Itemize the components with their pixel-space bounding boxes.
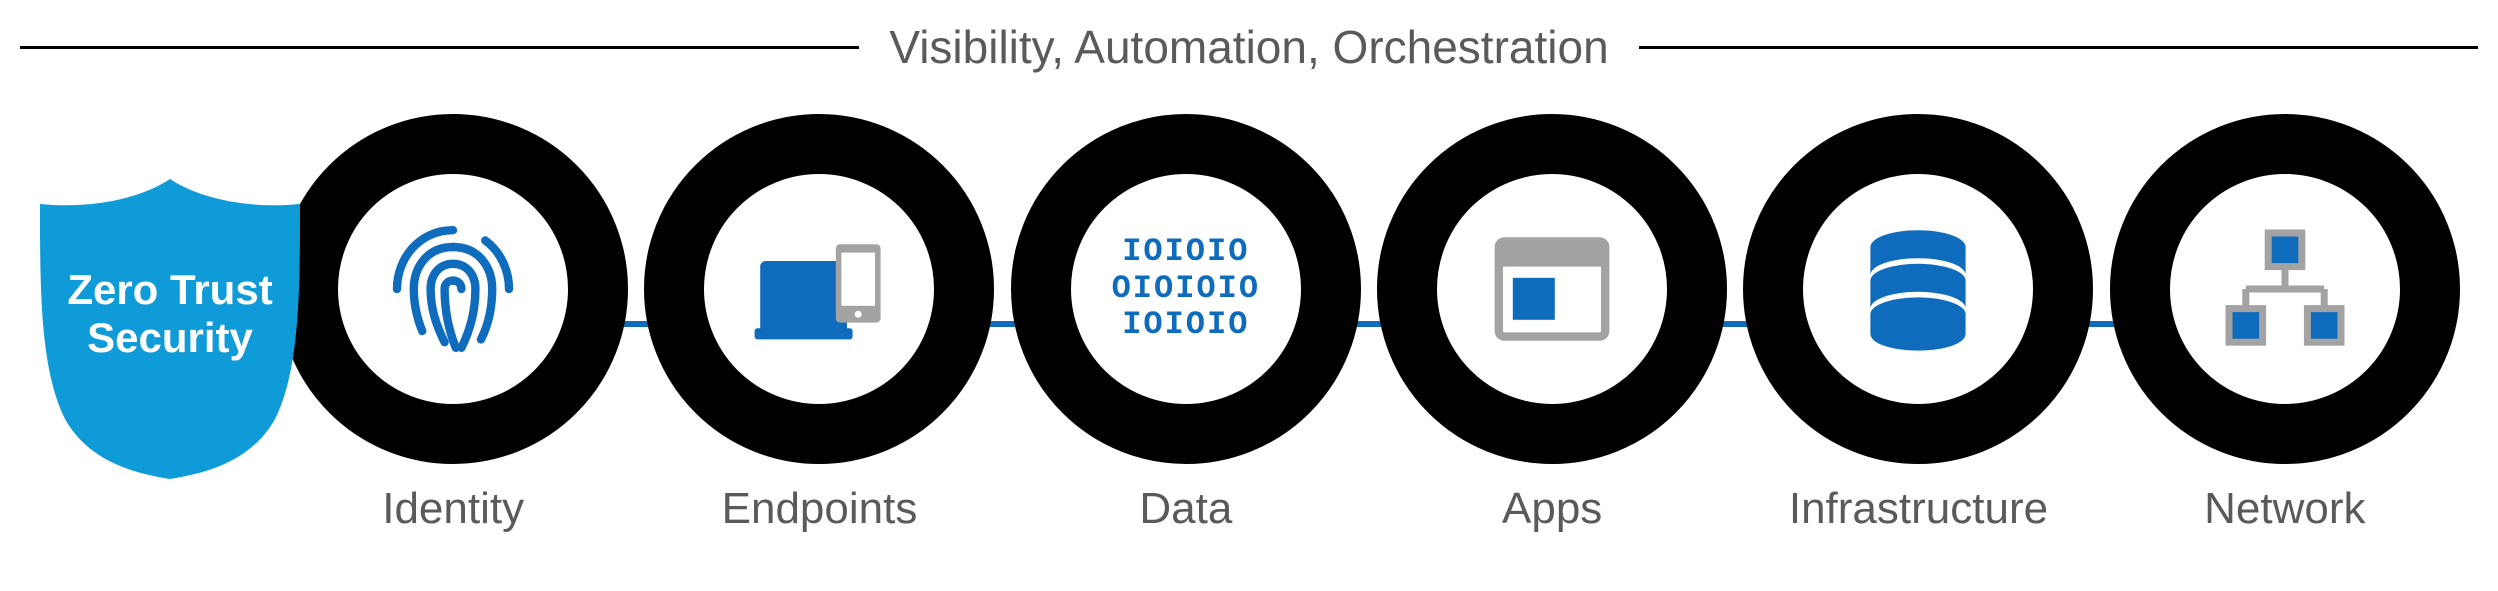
fingerprint-icon	[383, 219, 523, 359]
devices-icon	[749, 219, 889, 359]
pillar-data: IOIOIO OIOIOIO IOIOIO Data	[1003, 114, 1369, 534]
pillar-label: Apps	[1502, 484, 1602, 534]
pillars-container: Identity Endpoints IOIOIO OIOIOIO	[270, 114, 2468, 534]
header-line-left	[20, 46, 859, 49]
binary-line: IOIOIO	[1122, 306, 1249, 343]
pillar-ring: IOIOIO OIOIOIO IOIOIO	[1011, 114, 1361, 464]
pillar-network: Network	[2102, 114, 2468, 534]
pillar-infrastructure: Infrastructure	[1735, 114, 2101, 534]
pillar-label: Data	[1139, 484, 1232, 534]
diagram-row: Zero Trust Security	[0, 114, 2498, 534]
pillar-ring	[2110, 114, 2460, 464]
app-window-icon	[1482, 219, 1622, 359]
binary-line: IOIOIO	[1122, 233, 1249, 270]
shield-label: Zero Trust Security	[67, 266, 272, 363]
pillar-label: Identity	[382, 484, 524, 534]
pillar-apps: Apps	[1369, 114, 1735, 534]
network-icon	[2215, 219, 2355, 359]
binary-icon: IOIOIO OIOIOIO IOIOIO	[1112, 234, 1260, 344]
database-icon	[1848, 219, 1988, 359]
pillar-ring	[1743, 114, 2093, 464]
pillar-label: Endpoints	[722, 484, 918, 534]
pillar-label: Network	[2204, 484, 2365, 534]
pillar-label: Infrastructure	[1789, 484, 2048, 534]
shield-label-line1: Zero Trust	[67, 266, 272, 313]
zero-trust-shield: Zero Trust Security	[30, 169, 310, 479]
pillar-ring	[278, 114, 628, 464]
header-title: Visibility, Automation, Orchestration	[859, 20, 1638, 74]
shield-label-line2: Security	[87, 314, 253, 361]
pillar-endpoints: Endpoints	[636, 114, 1002, 534]
binary-line: OIOIOIO	[1112, 270, 1260, 307]
pillar-ring	[1377, 114, 1727, 464]
header-bar: Visibility, Automation, Orchestration	[0, 20, 2498, 74]
pillar-ring	[644, 114, 994, 464]
pillar-identity: Identity	[270, 114, 636, 534]
header-line-right	[1639, 46, 2478, 49]
